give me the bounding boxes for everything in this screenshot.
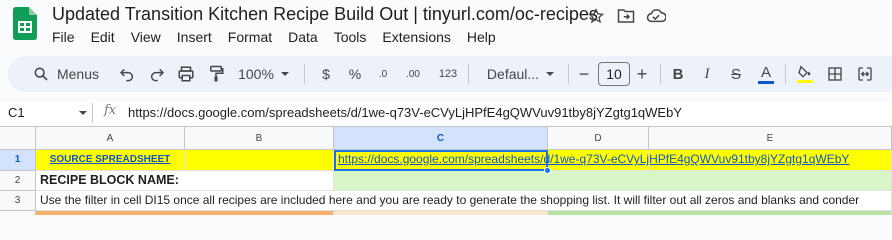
move-to-folder-icon[interactable] <box>615 7 637 25</box>
minus-icon: − <box>578 63 590 84</box>
text-color-swatch <box>758 80 774 84</box>
currency-label: $ <box>322 66 330 82</box>
percent-format-button[interactable]: % <box>344 56 366 92</box>
document-title[interactable]: Updated Transition Kitchen Recipe Build … <box>52 4 598 25</box>
text-color-icon: A <box>760 63 771 81</box>
cell-a3[interactable]: Use the filter in cell DI15 once all rec… <box>36 191 892 211</box>
bold-button[interactable]: B <box>667 56 689 92</box>
strikethrough-icon: S <box>730 65 741 83</box>
number-format-label: 123 <box>438 68 458 80</box>
font-size-input[interactable]: 10 <box>598 62 630 86</box>
toolbar-divider <box>304 64 305 84</box>
search-icon <box>34 67 48 81</box>
sheets-logo-icon[interactable] <box>13 7 37 40</box>
menu-tools[interactable]: Tools <box>334 29 367 45</box>
font-family-value: Defaul... <box>486 66 540 82</box>
menu-insert[interactable]: Insert <box>177 29 212 45</box>
menu-data[interactable]: Data <box>288 29 318 45</box>
title-bar: Updated Transition Kitchen Recipe Build … <box>0 0 892 56</box>
zoom-value: 100% <box>238 66 274 82</box>
fx-icon: fx <box>104 103 117 118</box>
cell-a2[interactable]: RECIPE BLOCK NAME: <box>36 171 334 191</box>
cell-c4[interactable] <box>334 211 548 215</box>
font-size-value: 10 <box>606 66 622 82</box>
row-header-3[interactable]: 3 <box>0 191 36 211</box>
cell-a4[interactable] <box>36 211 334 215</box>
chevron-down-icon <box>280 72 289 76</box>
print-icon[interactable] <box>175 56 197 92</box>
cloud-saved-icon[interactable] <box>645 7 667 25</box>
fill-color-button[interactable] <box>794 56 816 92</box>
column-header-c[interactable]: C <box>334 127 548 150</box>
filter-instructions-text: Use the filter in cell DI15 once all rec… <box>40 193 860 207</box>
decrease-decimals-button[interactable]: .0 <box>372 56 394 92</box>
toolbar-divider <box>660 64 661 84</box>
decrease-font-size-button[interactable]: − <box>574 56 594 92</box>
menu-view[interactable]: View <box>131 29 161 45</box>
spreadsheet-grid: A B C D E 1 2 3 4 SOURCE SPREADSHEET htt… <box>0 126 892 215</box>
menu-extensions[interactable]: Extensions <box>382 29 450 45</box>
menus-search-button[interactable]: Menus <box>16 56 116 92</box>
select-all-corner[interactable] <box>0 127 36 150</box>
cell-c1[interactable]: https://docs.google.com/spreadsheets/d/1… <box>334 150 849 171</box>
column-header-e[interactable]: E <box>649 127 892 150</box>
row-header-1[interactable]: 1 <box>0 150 36 171</box>
increase-decimals-label: .00 <box>406 68 420 80</box>
menu-format[interactable]: Format <box>228 29 272 45</box>
menus-label: Menus <box>56 66 100 82</box>
column-header-d[interactable]: D <box>548 127 649 150</box>
toolbar-divider <box>468 64 469 84</box>
redo-icon[interactable] <box>146 56 168 92</box>
menu-file[interactable]: File <box>52 29 75 45</box>
cell-a1[interactable]: SOURCE SPREADSHEET <box>36 150 185 171</box>
source-spreadsheet-link[interactable]: SOURCE SPREADSHEET <box>50 154 171 165</box>
star-icon[interactable] <box>585 7 607 25</box>
percent-label: % <box>348 66 362 82</box>
font-family-select[interactable]: Defaul... <box>480 56 562 92</box>
text-color-button[interactable]: A <box>755 56 777 92</box>
cell-b1[interactable] <box>185 150 334 171</box>
undo-icon[interactable] <box>116 56 138 92</box>
increase-font-size-button[interactable]: + <box>632 56 652 92</box>
toolbar-divider <box>785 64 786 84</box>
fill-color-icon <box>798 65 811 78</box>
formula-bar-divider <box>92 103 93 123</box>
name-box[interactable]: C1 <box>8 105 25 120</box>
decrease-decimals-label: .0 <box>378 68 388 80</box>
row-header-4[interactable]: 4 <box>0 211 36 215</box>
borders-icon[interactable] <box>824 56 846 92</box>
cell-c2[interactable] <box>334 171 892 191</box>
number-format-button[interactable]: 123 <box>436 56 460 92</box>
merge-cells-icon[interactable] <box>854 56 876 92</box>
menu-edit[interactable]: Edit <box>91 29 115 45</box>
currency-format-button[interactable]: $ <box>315 56 337 92</box>
fill-color-swatch <box>797 80 813 83</box>
spreadsheet-url-link[interactable]: https://docs.google.com/spreadsheets/d/1… <box>338 152 849 166</box>
chevron-down-icon <box>546 72 555 76</box>
column-header-b[interactable]: B <box>185 127 334 150</box>
zoom-select[interactable]: 100% <box>236 56 292 92</box>
toolbar-divider <box>568 64 569 84</box>
italic-button[interactable]: I <box>696 56 718 92</box>
chevron-down-icon[interactable] <box>78 108 88 118</box>
recipe-block-name-label: RECIPE BLOCK NAME: <box>40 173 179 187</box>
selection-fill-handle[interactable] <box>544 167 551 174</box>
formula-bar: C1 fx https://docs.google.com/spreadshee… <box>0 101 892 125</box>
increase-decimals-button[interactable]: .00 <box>400 56 426 92</box>
bold-icon: B <box>672 65 684 83</box>
italic-icon: I <box>704 65 710 82</box>
menu-help[interactable]: Help <box>467 29 496 45</box>
plus-icon: + <box>636 63 648 84</box>
row-header-2[interactable]: 2 <box>0 171 36 191</box>
column-header-a[interactable]: A <box>36 127 185 150</box>
toolbar: Menus 100% $ % .0 .00 123 Defaul... − 10… <box>8 56 892 92</box>
formula-input[interactable]: https://docs.google.com/spreadsheets/d/1… <box>128 105 682 120</box>
strikethrough-button[interactable]: S <box>725 56 747 92</box>
menu-bar: File Edit View Insert Format Data Tools … <box>52 29 512 45</box>
cell-d4[interactable] <box>548 211 892 215</box>
paint-format-icon[interactable] <box>205 56 227 92</box>
